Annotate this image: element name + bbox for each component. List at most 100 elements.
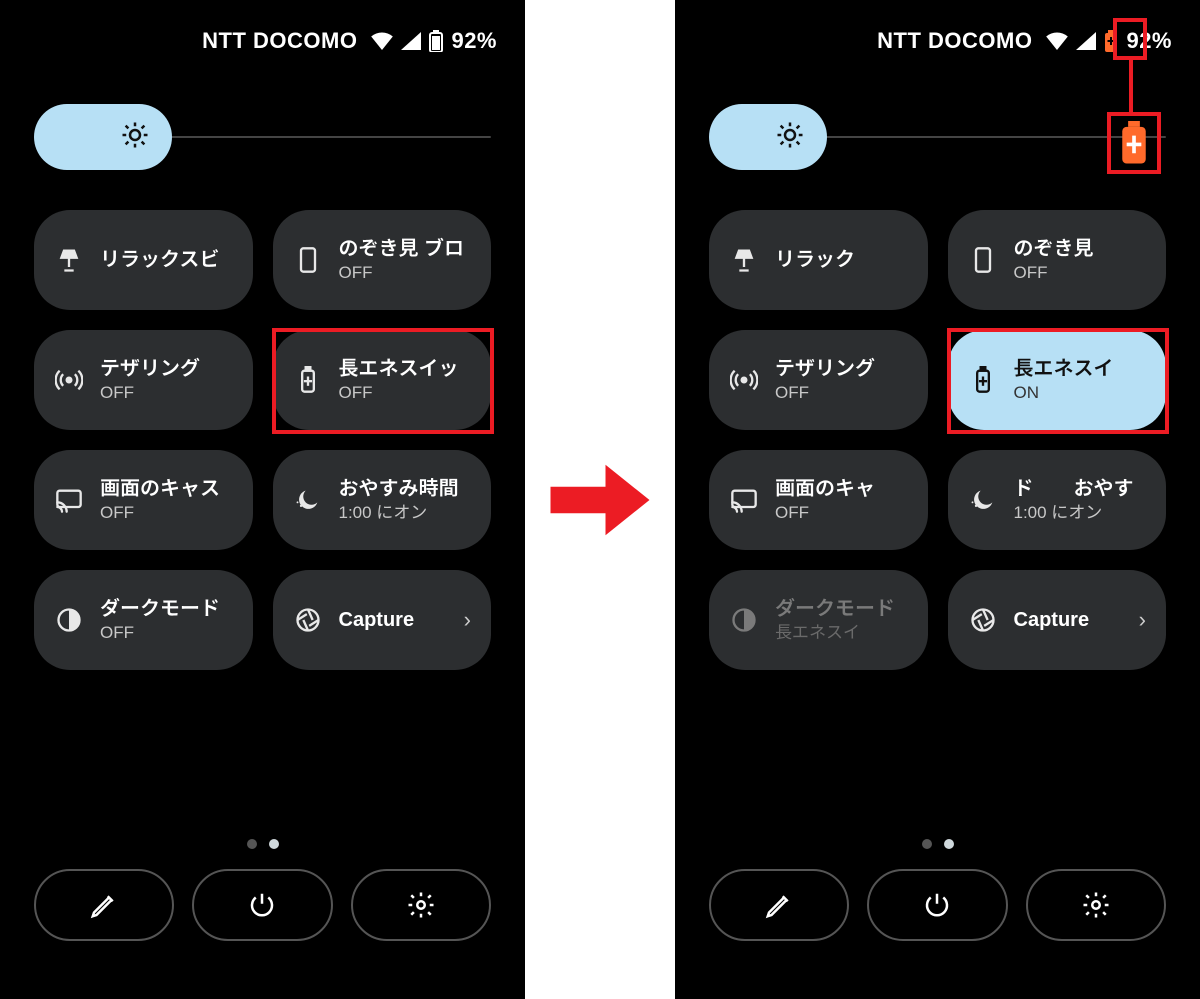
phone-after: NTT DOCOMO 92% リラック のぞき見: [675, 0, 1200, 999]
tile-title: Capture: [339, 608, 415, 633]
edit-tiles-button[interactable]: [34, 869, 174, 941]
contrast-icon: [54, 606, 84, 634]
tile-peek-block[interactable]: のぞき見OFF: [948, 210, 1167, 310]
tile-energy-switch[interactable]: 長エネスイON: [948, 330, 1167, 430]
page-indicator: [675, 839, 1200, 849]
tile-sub: 1:00 にオン: [339, 502, 459, 523]
power-button[interactable]: [867, 869, 1007, 941]
phone-icon: [968, 246, 998, 274]
tile-sub: OFF: [339, 382, 459, 403]
slider-knob[interactable]: [709, 104, 827, 170]
phone-icon: [293, 246, 323, 274]
wifi-icon: [371, 32, 393, 50]
page-dot-active: [944, 839, 954, 849]
tile-title: 長エネスイ: [1014, 357, 1114, 382]
tile-peek-block[interactable]: のぞき見 ブロOFF: [273, 210, 492, 310]
page-dot: [922, 839, 932, 849]
tile-sub: OFF: [339, 262, 465, 283]
tile-sub: ON: [1014, 382, 1114, 403]
brightness-icon: [775, 120, 805, 155]
tile-capture[interactable]: Capture ›: [273, 570, 492, 670]
page-dot: [247, 839, 257, 849]
tile-title: おやすみ時間: [339, 477, 459, 502]
tile-title: のぞき見 ブロ: [339, 237, 465, 262]
cast-icon: [729, 486, 759, 514]
chevron-right-icon: ›: [1139, 607, 1146, 633]
battery-plus-icon: [293, 366, 323, 394]
quick-tiles-grid: リラック のぞき見OFF テザリングOFF 長エネスイON 画面のキャOFF ド…: [709, 210, 1166, 670]
quick-tiles-grid: リラックスビ のぞき見 ブロOFF テザリングOFF 長エネスイッOFF 画面の…: [34, 210, 491, 670]
status-bar: NTT DOCOMO 92%: [877, 28, 1172, 54]
tile-title: ド おやす: [1014, 477, 1134, 502]
chevron-right-icon: ›: [464, 607, 471, 633]
hotspot-icon: [729, 366, 759, 394]
aperture-icon: [968, 606, 998, 634]
tile-title: Capture: [1014, 608, 1090, 633]
slider-knob[interactable]: [34, 104, 172, 170]
phone-before: NTT DOCOMO 92% リラックスビ のぞき見 ブロOFF: [0, 0, 525, 999]
contrast-icon: [729, 606, 759, 634]
brightness-slider[interactable]: [34, 104, 491, 170]
brightness-icon: [120, 120, 150, 155]
tile-tethering[interactable]: テザリングOFF: [709, 330, 928, 430]
battery-icon: [429, 30, 443, 52]
tile-capture[interactable]: Capture ›: [948, 570, 1167, 670]
tile-title: テザリング: [100, 357, 200, 382]
battery-pct-label: 92%: [451, 28, 497, 54]
battery-pct-label: 92%: [1126, 28, 1172, 54]
edit-tiles-button[interactable]: [709, 869, 849, 941]
settings-button[interactable]: [1026, 869, 1166, 941]
status-bar: NTT DOCOMO 92%: [202, 28, 497, 54]
battery-saver-icon: [1104, 30, 1118, 52]
tile-title: リラックスビ: [100, 248, 219, 273]
arrow-right-icon: [545, 445, 655, 555]
tile-sub: OFF: [100, 502, 220, 523]
settings-button[interactable]: [351, 869, 491, 941]
tile-sub: OFF: [100, 622, 220, 643]
tile-relax[interactable]: リラック: [709, 210, 928, 310]
wifi-icon: [1046, 32, 1068, 50]
tile-dark-mode-disabled[interactable]: ダークモード長エネスイ: [709, 570, 928, 670]
tile-title: 画面のキャス: [100, 477, 220, 502]
bottom-actions: [34, 869, 491, 941]
page-dot-active: [269, 839, 279, 849]
tile-sub: 1:00 にオン: [1014, 502, 1134, 523]
carrier-label: NTT DOCOMO: [877, 28, 1032, 54]
signal-icon: [401, 32, 421, 50]
tile-sub: OFF: [775, 382, 875, 403]
tile-title: ダークモード: [100, 597, 220, 622]
transition-arrow-area: [525, 0, 675, 999]
hotspot-icon: [54, 366, 84, 394]
tile-title: ダークモード: [775, 597, 895, 622]
lamp-icon: [54, 246, 84, 274]
moon-icon: [968, 486, 998, 514]
power-button[interactable]: [192, 869, 332, 941]
aperture-icon: [293, 606, 323, 634]
lamp-icon: [729, 246, 759, 274]
tile-title: のぞき見: [1014, 237, 1094, 262]
tile-sub: OFF: [1014, 262, 1094, 283]
tile-bedtime[interactable]: おやすみ時間1:00 にオン: [273, 450, 492, 550]
tile-cast[interactable]: 画面のキャスOFF: [34, 450, 253, 550]
battery-plus-icon: [968, 366, 998, 394]
carrier-label: NTT DOCOMO: [202, 28, 357, 54]
page-indicator: [0, 839, 525, 849]
tile-title: 長エネスイッ: [339, 357, 459, 382]
tile-title: 画面のキャ: [775, 477, 875, 502]
bottom-actions: [709, 869, 1166, 941]
tile-relax[interactable]: リラックスビ: [34, 210, 253, 310]
tile-sub: OFF: [100, 382, 200, 403]
tile-sub: 長エネスイ: [775, 622, 895, 643]
tile-title: テザリング: [775, 357, 875, 382]
cast-icon: [54, 486, 84, 514]
tile-cast[interactable]: 画面のキャOFF: [709, 450, 928, 550]
tile-dark-mode[interactable]: ダークモードOFF: [34, 570, 253, 670]
tile-bedtime[interactable]: ド おやす1:00 にオン: [948, 450, 1167, 550]
tile-sub: OFF: [775, 502, 875, 523]
tile-tethering[interactable]: テザリングOFF: [34, 330, 253, 430]
moon-icon: [293, 486, 323, 514]
signal-icon: [1076, 32, 1096, 50]
brightness-slider[interactable]: [709, 104, 1166, 170]
tile-energy-switch[interactable]: 長エネスイッOFF: [273, 330, 492, 430]
tile-title: リラック: [775, 248, 855, 273]
